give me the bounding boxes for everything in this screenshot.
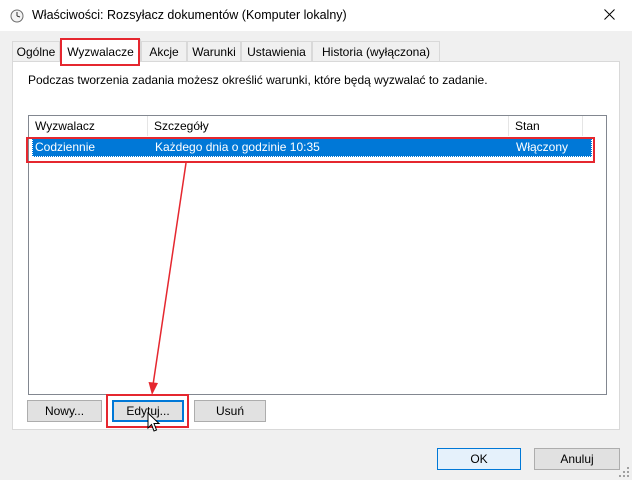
column-header-details[interactable]: Szczegóły: [148, 116, 509, 136]
close-button[interactable]: [586, 0, 632, 31]
window-title: Właściwości: Rozsyłacz dokumentów (Kompu…: [32, 8, 347, 22]
ok-button[interactable]: OK: [437, 448, 521, 470]
delete-button[interactable]: Usuń: [194, 400, 266, 422]
tab-settings[interactable]: Ustawienia: [241, 41, 312, 61]
new-button[interactable]: Nowy...: [27, 400, 102, 422]
row-trigger: Codziennie: [35, 140, 96, 154]
tab-actions[interactable]: Akcje: [141, 41, 187, 61]
tab-history[interactable]: Historia (wyłączona): [312, 41, 440, 61]
column-header-trigger[interactable]: Wyzwalacz: [29, 116, 148, 136]
tab-conditions[interactable]: Warunki: [187, 41, 241, 61]
row-details: Każdego dnia o godzinie 10:35: [155, 140, 320, 154]
table-row[interactable]: Codziennie Każdego dnia o godzinie 10:35…: [32, 138, 592, 157]
title-bar: Właściwości: Rozsyłacz dokumentów (Kompu…: [0, 0, 632, 31]
clock-icon: [10, 9, 24, 23]
triggers-panel: Podczas tworzenia zadania możesz określi…: [12, 61, 620, 430]
close-icon: [603, 8, 615, 23]
row-status: Włączony: [516, 140, 569, 154]
mouse-pointer-icon: [147, 412, 161, 432]
tab-general[interactable]: Ogólne: [12, 41, 60, 61]
triggers-list[interactable]: Wyzwalacz Szczegóły Stan Codziennie Każd…: [28, 115, 607, 395]
cancel-button[interactable]: Anuluj: [534, 448, 620, 470]
column-header-status[interactable]: Stan: [509, 116, 583, 136]
resize-grip-icon[interactable]: [618, 466, 630, 478]
tab-triggers[interactable]: Wyzwalacze: [60, 39, 141, 62]
list-header: Wyzwalacz Szczegóły Stan: [29, 116, 606, 136]
instruction-text: Podczas tworzenia zadania możesz określi…: [28, 73, 488, 87]
